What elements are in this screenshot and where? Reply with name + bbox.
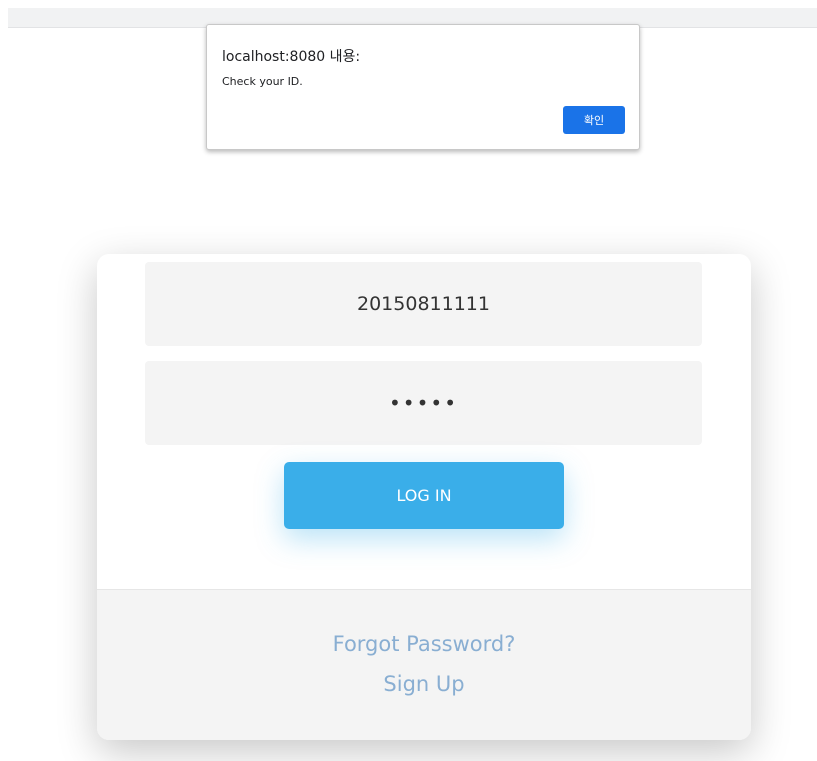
alert-message: Check your ID. (222, 75, 303, 88)
forgot-password-link[interactable]: Forgot Password? (97, 632, 751, 656)
id-input[interactable] (145, 262, 702, 346)
alert-dialog: localhost:8080 내용: Check your ID. 확인 (206, 24, 640, 150)
alert-title: localhost:8080 내용: (222, 49, 361, 65)
card-footer: Forgot Password? Sign Up (97, 589, 751, 740)
alert-ok-button[interactable]: 확인 (563, 106, 625, 134)
password-input[interactable] (145, 361, 702, 445)
login-button[interactable]: LOG IN (284, 462, 564, 529)
login-card: LOG IN Forgot Password? Sign Up (97, 254, 751, 740)
sign-up-link[interactable]: Sign Up (97, 672, 751, 696)
